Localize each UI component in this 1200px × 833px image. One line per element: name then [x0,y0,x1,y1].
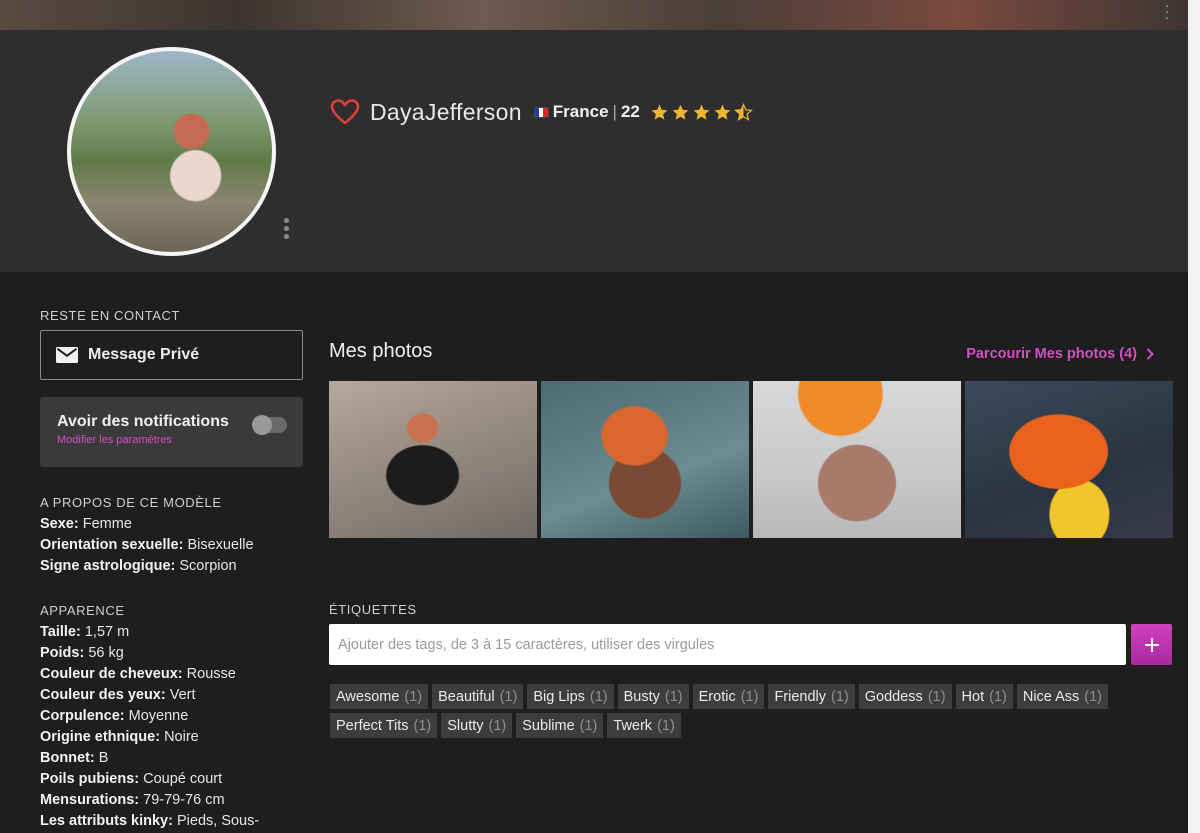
appearance-item-kinks: Les attributs kinky: Pieds, Sous- [40,813,260,829]
age: 22 [620,102,640,121]
profile-header [0,30,1188,272]
private-message-button[interactable]: Message Privé [40,330,303,380]
photo-thumbnail[interactable] [541,381,749,538]
cover-menu-icon[interactable]: · · · [1164,0,1170,24]
half-star-icon [733,102,753,121]
tag-item[interactable]: Slutty (1) [441,713,513,738]
tag-item[interactable]: Nice Ass (1) [1016,684,1109,709]
star-icon [693,104,710,120]
tag-item[interactable]: Hot (1) [955,684,1013,709]
about-item-orientation: Orientation sexuelle: Bisexuelle [40,537,254,553]
appearance-item-build: Corpulence: Moyenne [40,708,189,724]
separator: | [612,102,617,121]
star-icon [672,104,689,120]
appearance-item-weight: Poids: 56 kg [40,645,124,661]
appearance-item-measurements: Mensurations: 79-79-76 cm [40,792,225,808]
appearance-section: APPARENCE Taille: 1,57 m Poids: 56 kg Co… [40,603,303,832]
username: DayaJefferson [370,98,522,125]
about-item-sex: Sexe: Femme [40,516,132,532]
notifications-toggle[interactable] [252,415,287,435]
tag-item[interactable]: Awesome (1) [330,684,429,709]
star-icon [651,104,668,120]
chevron-right-icon [1146,348,1154,360]
main-content: Mes photos Parcourir Mes photos (4) ÉTIQ… [329,340,1173,738]
browse-photos-label: Parcourir Mes photos (4) [966,346,1137,362]
tag-item[interactable]: Erotic (1) [692,684,765,709]
tag-item[interactable]: Friendly (1) [768,684,855,709]
contact-section-title: RESTE EN CONTACT [40,308,181,323]
france-flag-icon [533,106,549,118]
appearance-item-eye-color: Couleur des yeux: Vert [40,687,196,703]
tag-list: Awesome (1) Beautiful (1) Big Lips (1) Bust… [330,684,1150,738]
notifications-panel: Avoir des notifications Modifier les par… [40,397,303,467]
star-icon [714,104,731,120]
appearance-item-height: Taille: 1,57 m [40,624,130,640]
tag-item[interactable]: Beautiful (1) [432,684,524,709]
heart-icon[interactable] [330,98,360,126]
about-section-title: A PROPOS DE CE MODÈLE [40,495,222,510]
appearance-item-ethnicity: Origine ethnique: Noire [40,729,199,745]
more-options-icon[interactable] [281,218,291,239]
tag-item[interactable]: Perfect Tits (1) [330,713,438,738]
about-section: A PROPOS DE CE MODÈLE Sexe: Femme Orient… [40,495,303,577]
photo-gallery [329,381,1173,538]
tags-section-title: ÉTIQUETTES [329,602,417,617]
tag-item[interactable]: Sublime (1) [516,713,604,738]
notification-settings-link[interactable]: Modifier les paramètres [57,434,303,446]
tag-input[interactable] [329,624,1126,665]
profile-info-line: DayaJefferson France | 22 [330,97,753,127]
add-tag-button[interactable] [1131,624,1172,665]
envelope-icon [56,347,78,363]
plus-icon [1144,637,1159,652]
about-item-zodiac: Signe astrologique: Scorpion [40,558,237,574]
tag-item[interactable]: Twerk (1) [607,713,681,738]
cover-image-strip: · · · [0,0,1200,30]
rating-stars [650,102,753,122]
photo-thumbnail[interactable] [329,381,537,538]
appearance-item-pubic-hair: Poils pubiens: Coupé court [40,771,223,787]
appearance-item-hair-color: Couleur de cheveux: Rousse [40,666,236,682]
tag-item[interactable]: Busty (1) [617,684,689,709]
sidebar: RESTE EN CONTACT Message Privé Avoir des… [40,308,303,829]
private-message-label: Message Privé [88,346,200,363]
photo-thumbnail[interactable] [753,381,961,538]
photo-thumbnail[interactable] [965,381,1173,538]
tag-item[interactable]: Big Lips (1) [527,684,614,709]
avatar[interactable] [67,47,276,256]
browse-photos-link[interactable]: Parcourir Mes photos (4) [966,346,1155,362]
country: France [552,102,609,121]
tag-item[interactable]: Goddess (1) [858,684,952,709]
appearance-section-title: APPARENCE [40,603,125,618]
appearance-item-cup: Bonnet: B [40,750,109,766]
window-edge [1188,0,1200,833]
